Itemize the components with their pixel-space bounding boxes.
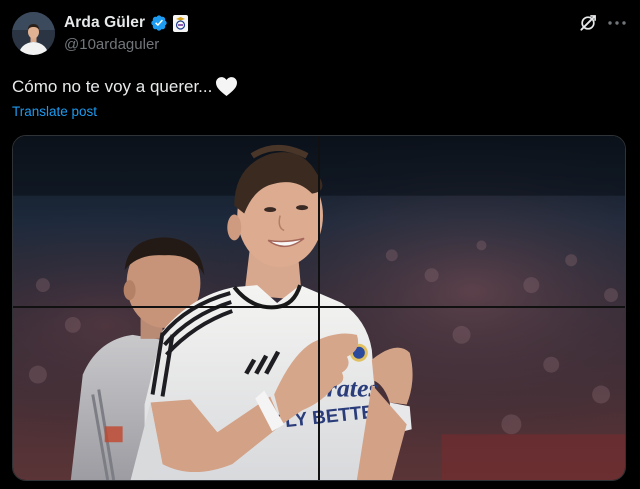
photo-image: Emirates FLY BETTER bbox=[13, 136, 625, 480]
post-text-body: Cómo no te voy a querer... bbox=[12, 76, 213, 96]
avatar-image bbox=[12, 12, 55, 55]
white-heart-icon bbox=[216, 77, 238, 97]
more-options-icon[interactable] bbox=[606, 14, 628, 32]
post-text: Cómo no te voy a querer... bbox=[12, 76, 238, 97]
club-crest-icon[interactable] bbox=[173, 14, 189, 32]
author-name-row: Arda Güler bbox=[64, 13, 189, 33]
author-handle[interactable]: @10ardaguler bbox=[64, 36, 159, 53]
author-avatar[interactable] bbox=[12, 12, 55, 55]
post-photo[interactable]: Emirates FLY BETTER bbox=[12, 135, 626, 481]
translate-post-link[interactable]: Translate post bbox=[12, 104, 97, 119]
verified-badge-icon[interactable] bbox=[150, 14, 168, 32]
author-display-name[interactable]: Arda Güler bbox=[64, 14, 145, 32]
post-card: Arda Güler @10ardaguler Cómo no te voy a… bbox=[0, 0, 640, 489]
grok-icon[interactable] bbox=[578, 13, 598, 33]
